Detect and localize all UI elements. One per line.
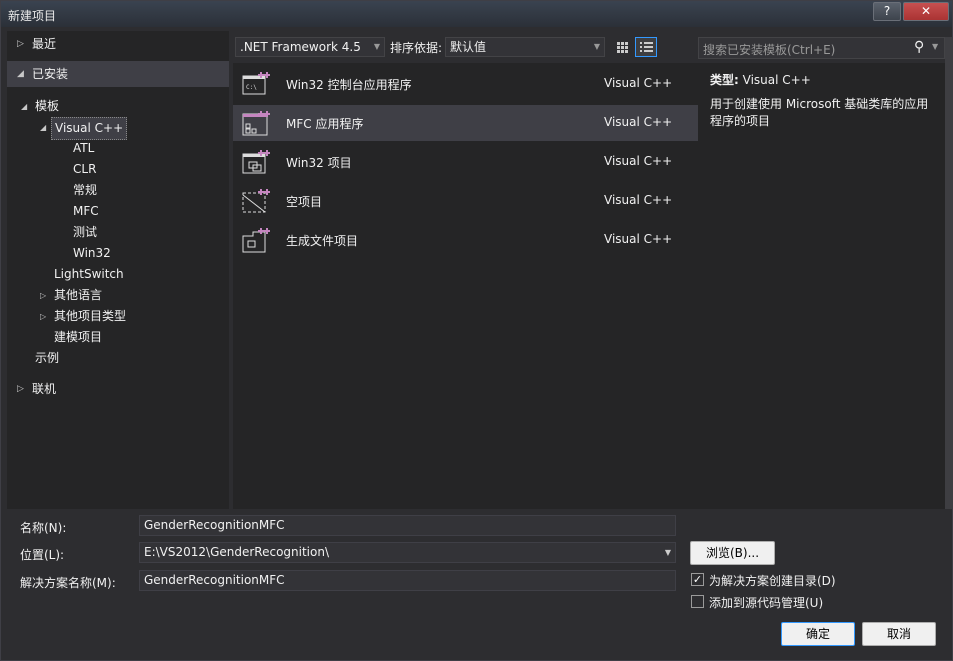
tree-item-label: Visual C++ (51, 117, 128, 140)
chevron-down-icon: ▼ (373, 42, 380, 51)
category-online[interactable]: ▷ 联机 (7, 376, 229, 402)
scrollbar[interactable] (945, 37, 953, 509)
chevron-down-icon[interactable]: ▼ (932, 42, 938, 51)
close-button[interactable]: ✕ (903, 2, 949, 21)
template-language: Visual C++ (604, 232, 673, 246)
template-list: C:\ Win32 控制台应用程序 Visual C++ MFC 应用程序 Visual… (233, 63, 698, 509)
template-type: 类型: Visual C++ (710, 71, 811, 88)
tree-item-label: LightSwitch (54, 267, 124, 281)
tree-item-label: 其他项目类型 (54, 309, 127, 323)
sort-dropdown[interactable]: 默认值 ▼ (445, 37, 605, 57)
collapse-arrow-icon[interactable]: ◢ (40, 117, 46, 138)
template-name: 生成文件项目 (286, 234, 359, 248)
mfc-app-icon (241, 109, 271, 137)
type-label: 类型: (710, 73, 739, 87)
template-name: 空项目 (286, 195, 323, 209)
sort-value: 默认值 (450, 40, 487, 54)
details-pane: 类型: Visual C++ 用于创建使用 Microsoft 基础类库的应用程… (698, 63, 945, 509)
template-language: Visual C++ (604, 193, 673, 207)
collapse-arrow-icon[interactable]: ◢ (21, 96, 27, 117)
chevron-down-icon: ▼ (593, 42, 600, 51)
expand-arrow-icon[interactable]: ▷ (40, 306, 46, 327)
tree-item-label: 示例 (35, 351, 60, 365)
tree-item-label: CLR (73, 162, 97, 176)
tree-item-label: 建模项目 (54, 330, 103, 344)
help-button[interactable]: ? (873, 2, 901, 21)
template-name: MFC 应用程序 (286, 117, 364, 131)
ok-button[interactable]: 确定 (781, 622, 855, 646)
template-item[interactable]: 空项目 Visual C++ (233, 183, 698, 219)
new-project-dialog: 新建项目 ? ✕ ▷ 最近 ◢ 已安装 ◢ 模板 ◢ Visual C++ ATL CLR… (0, 0, 953, 661)
framework-value: .NET Framework 4.5 (240, 40, 361, 54)
template-language: Visual C++ (604, 115, 673, 129)
type-value: Visual C++ (742, 73, 811, 87)
dialog-title: 新建项目 (8, 9, 57, 23)
title-bar: 新建项目 ? ✕ (1, 1, 952, 27)
tree-item-label: Win32 (73, 246, 111, 260)
location-label: 位置(L): (20, 548, 65, 562)
cancel-button[interactable]: 取消 (862, 622, 936, 646)
name-label: 名称(N): (20, 521, 67, 535)
name-value: GenderRecognitionMFC (144, 518, 285, 532)
tree-item-label: 模板 (35, 99, 60, 113)
tree-item-label: 其他语言 (54, 288, 103, 302)
solution-name-input[interactable]: GenderRecognitionMFC (139, 570, 676, 591)
search-input[interactable]: 搜索已安装模板(Ctrl+E) (703, 41, 835, 58)
category-recent[interactable]: ▷ 最近 (7, 31, 229, 57)
template-language: Visual C++ (604, 76, 673, 90)
sort-label: 排序依据: (390, 41, 443, 55)
template-item[interactable]: Win32 项目 Visual C++ (233, 144, 698, 180)
location-combo[interactable]: E:\VS2012\GenderRecognition\ ▼ (139, 542, 676, 563)
framework-dropdown[interactable]: .NET Framework 4.5 ▼ (235, 37, 385, 57)
svg-text:C:\: C:\ (246, 84, 257, 91)
name-input[interactable]: GenderRecognitionMFC (139, 515, 676, 536)
browse-button[interactable]: 浏览(B)... (690, 541, 775, 565)
collapse-arrow-icon: ◢ (17, 69, 24, 79)
template-item[interactable]: 生成文件项目 Visual C++ (233, 222, 698, 258)
template-language: Visual C++ (604, 154, 673, 168)
grid-view-icon (617, 42, 628, 53)
tree-item-label: 常规 (73, 183, 98, 197)
search-icon[interactable]: ⚲ (914, 39, 924, 55)
list-view-button[interactable] (635, 37, 657, 57)
category-label: 最近 (32, 37, 57, 51)
category-label: 联机 (32, 382, 57, 396)
expand-arrow-icon: ▷ (17, 39, 24, 49)
expand-arrow-icon: ▷ (17, 384, 24, 394)
category-pane: ▷ 最近 ◢ 已安装 ◢ 模板 ◢ Visual C++ ATL CLR 常规 MFC 测试 Wi… (7, 31, 229, 509)
category-label: 已安装 (32, 67, 69, 81)
template-item[interactable]: C:\ Win32 控制台应用程序 Visual C++ (233, 66, 698, 102)
search-box[interactable]: 搜索已安装模板(Ctrl+E) ⚲ ▼ (698, 37, 945, 59)
list-view-icon (640, 42, 653, 52)
checkbox-box[interactable] (691, 595, 704, 608)
checkbox-label: 为解决方案创建目录(D) (709, 574, 836, 588)
tree-item-label: 测试 (73, 225, 98, 239)
expand-arrow-icon[interactable]: ▷ (40, 285, 46, 306)
template-toolbar: .NET Framework 4.5 ▼ 排序依据: 默认值 ▼ (235, 37, 695, 59)
template-description: 用于创建使用 Microsoft 基础类库的应用程序的项目 (710, 97, 929, 128)
tree-item-label: MFC (73, 204, 99, 218)
console-app-icon: C:\ (241, 70, 271, 98)
template-name: Win32 项目 (286, 156, 352, 170)
checkbox-label: 添加到源代码管理(U) (709, 596, 824, 610)
solution-name-label: 解决方案名称(M): (20, 576, 116, 590)
template-item[interactable]: MFC 应用程序 Visual C++ (233, 105, 698, 141)
category-installed[interactable]: ◢ 已安装 (7, 61, 229, 87)
template-name: Win32 控制台应用程序 (286, 78, 412, 92)
solution-name-value: GenderRecognitionMFC (144, 573, 285, 587)
win32-project-icon (241, 148, 271, 176)
checkmark-icon[interactable]: ✓ (691, 573, 704, 586)
location-value: E:\VS2012\GenderRecognition\ (144, 545, 330, 559)
makefile-project-icon (241, 226, 271, 254)
tree-item-label: ATL (73, 141, 95, 155)
empty-project-icon (241, 187, 271, 215)
grid-view-button[interactable] (611, 37, 633, 57)
chevron-down-icon[interactable]: ▼ (665, 543, 671, 562)
